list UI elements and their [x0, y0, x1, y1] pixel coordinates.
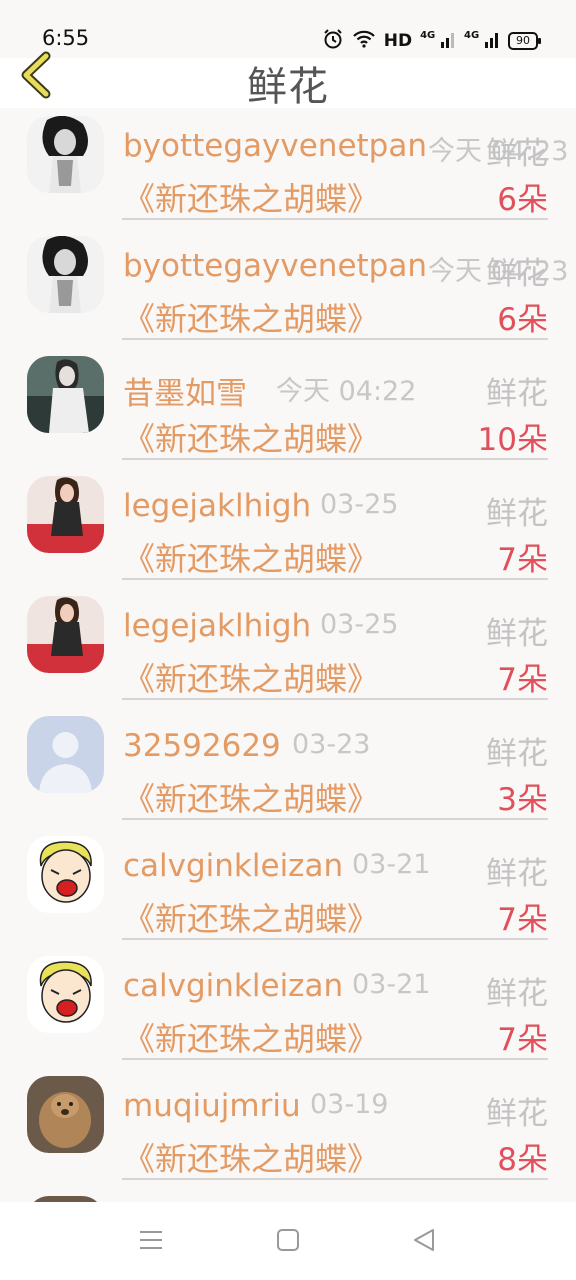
user-name[interactable]: 32592629 [123, 728, 281, 764]
book-title[interactable]: 《新还珠之胡蝶》 [123, 534, 379, 580]
book-title[interactable]: 《新还珠之胡蝶》 [123, 654, 379, 700]
list-item[interactable]: 32592629 03-23 鲜花 《新还珠之胡蝶》 3朵 [0, 708, 576, 828]
user-name[interactable]: legejaklhigh [123, 608, 311, 644]
flower-count: 8朵 [497, 1142, 548, 1178]
square-icon [277, 1229, 299, 1251]
user-name[interactable]: calvginkleizan [123, 848, 343, 884]
avatar[interactable] [27, 236, 104, 313]
book-title[interactable]: 《新还珠之胡蝶》 [123, 1014, 379, 1060]
divider [122, 458, 548, 460]
signal-icon-2: 4G [464, 30, 500, 52]
book-title[interactable]: 《新还珠之胡蝶》 [123, 1134, 379, 1180]
user-name[interactable]: byottegayvenetpan [123, 128, 427, 164]
status-icons: HD 4G 4G 90 [322, 28, 541, 54]
alarm-icon [322, 28, 344, 54]
status-bar: 6:55 HD 4G 4G 90 [0, 0, 576, 58]
divider [122, 578, 548, 580]
avatar[interactable] [27, 356, 104, 433]
divider [122, 1178, 548, 1180]
gift-type: 鲜花 [486, 376, 548, 412]
divider [122, 338, 548, 340]
user-name[interactable]: byottegayvenetpan [123, 248, 427, 284]
record-date: 03-21 [352, 969, 431, 1000]
flower-count: 7朵 [497, 662, 548, 698]
avatar[interactable] [27, 596, 104, 673]
list-item[interactable]: calvginkleizan 03-21 鲜花 《新还珠之胡蝶》 7朵 [0, 828, 576, 948]
menu-icon [140, 1231, 162, 1249]
flower-count: 6朵 [497, 182, 548, 218]
list-item[interactable]: legejaklhigh 03-25 鲜花 《新还珠之胡蝶》 7朵 [0, 468, 576, 588]
list-item[interactable]: calvginkleizan 03-21 鲜花 《新还珠之胡蝶》 7朵 [0, 948, 576, 1068]
triangle-back-icon [414, 1229, 434, 1251]
hd-label: HD [383, 31, 413, 51]
divider [122, 218, 548, 220]
record-date: 03-23 [292, 729, 371, 760]
avatar[interactable] [27, 836, 104, 913]
flower-count: 7朵 [497, 542, 548, 578]
header: 鲜花 [0, 51, 576, 110]
list-item[interactable]: byottegayvenetpan 今天 04:23 鲜花 《新还珠之胡蝶》 6… [0, 228, 576, 348]
record-date: 今天 04:22 [276, 376, 417, 407]
flower-record-list: byottegayvenetpan 今天 04:23 鲜花 《新还珠之胡蝶》 6… [0, 108, 576, 1202]
list-item[interactable]: 昔墨如雪 今天 04:22 鲜花 《新还珠之胡蝶》 10朵 [0, 348, 576, 468]
flower-count: 7朵 [497, 1022, 548, 1058]
gift-type: 鲜花 [486, 736, 548, 772]
list-item[interactable]: muqiujmriu 03-19 鲜花 《新还珠之胡蝶》 8朵 [0, 1068, 576, 1188]
page-title: 鲜花 [247, 64, 329, 110]
divider [122, 938, 548, 940]
system-navigation-bar [0, 1202, 576, 1280]
book-title[interactable]: 《新还珠之胡蝶》 [123, 894, 379, 940]
record-date: 03-19 [310, 1089, 389, 1120]
signal-label-2: 4G [464, 30, 480, 41]
wifi-icon [352, 29, 376, 53]
list-item-partial[interactable] [0, 1188, 576, 1202]
gift-type: 鲜花 [486, 136, 548, 172]
flower-count: 7朵 [497, 902, 548, 938]
avatar[interactable] [27, 716, 104, 793]
menu-button[interactable] [138, 1228, 164, 1256]
avatar[interactable] [27, 476, 104, 553]
signal-icon-1: 4G [420, 30, 456, 52]
avatar[interactable] [27, 1076, 104, 1153]
avatar[interactable] [27, 116, 104, 193]
gift-type: 鲜花 [486, 616, 548, 652]
flower-count: 6朵 [497, 302, 548, 338]
user-name[interactable]: 昔墨如雪 [123, 368, 247, 413]
user-name[interactable]: muqiujmriu [123, 1088, 301, 1124]
divider [122, 818, 548, 820]
list-item[interactable]: byottegayvenetpan 今天 04:23 鲜花 《新还珠之胡蝶》 6… [0, 108, 576, 228]
flower-count: 10朵 [477, 422, 548, 458]
divider [122, 1058, 548, 1060]
gift-type: 鲜花 [486, 256, 548, 292]
user-name[interactable]: calvginkleizan [123, 968, 343, 1004]
user-name[interactable]: legejaklhigh [123, 488, 311, 524]
gift-type: 鲜花 [486, 1096, 548, 1132]
battery-icon: 90 [508, 32, 541, 50]
status-time: 6:55 [42, 26, 90, 50]
avatar[interactable] [27, 956, 104, 1033]
gift-type: 鲜花 [486, 856, 548, 892]
flower-count: 3朵 [497, 782, 548, 818]
list-item[interactable]: legejaklhigh 03-25 鲜花 《新还珠之胡蝶》 7朵 [0, 588, 576, 708]
divider [122, 698, 548, 700]
record-date: 03-25 [320, 609, 399, 640]
book-title[interactable]: 《新还珠之胡蝶》 [123, 174, 379, 220]
book-title[interactable]: 《新还珠之胡蝶》 [123, 414, 379, 460]
book-title[interactable]: 《新还珠之胡蝶》 [123, 774, 379, 820]
record-date: 03-25 [320, 489, 399, 520]
record-date: 03-21 [352, 849, 431, 880]
system-back-button[interactable] [412, 1228, 436, 1256]
gift-type: 鲜花 [486, 496, 548, 532]
book-title[interactable]: 《新还珠之胡蝶》 [123, 294, 379, 340]
gift-type: 鲜花 [486, 976, 548, 1012]
home-button[interactable] [276, 1228, 300, 1256]
signal-label-1: 4G [420, 30, 436, 41]
